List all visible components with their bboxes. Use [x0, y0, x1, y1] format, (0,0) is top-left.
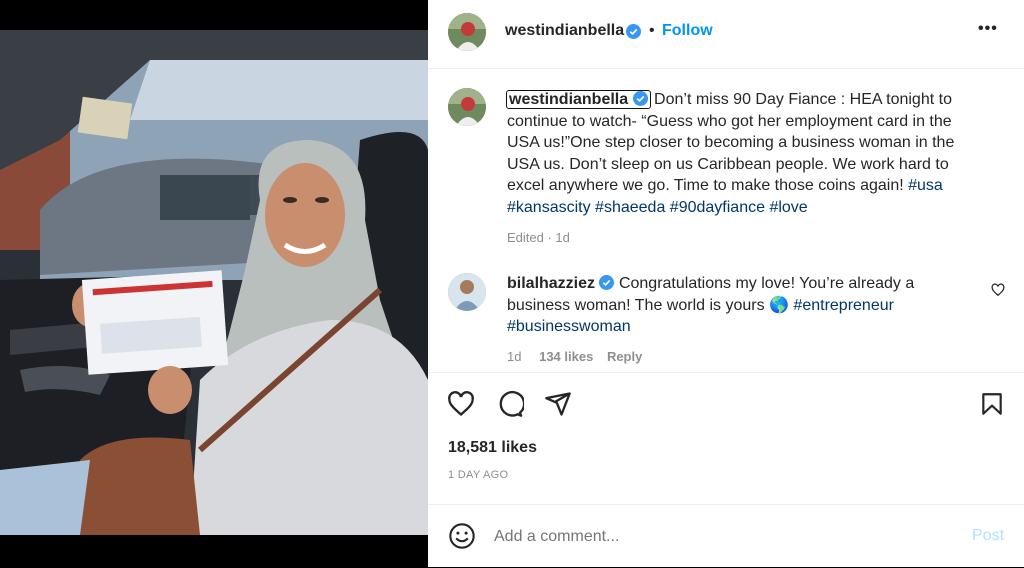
- comment-item: bilalhazziez Congratulations my love! Yo…: [507, 273, 947, 367]
- commenter-avatar[interactable]: [448, 273, 486, 311]
- post-comment-button[interactable]: Post: [972, 527, 1004, 545]
- caption-avatar[interactable]: [448, 88, 486, 126]
- heart-icon[interactable]: [447, 390, 475, 423]
- likes-count[interactable]: 18,581 likes: [448, 439, 537, 457]
- caption-username-highlight: westindianbella: [506, 90, 651, 109]
- post-actions: 18,581 likes 1 DAY AGO: [428, 372, 1024, 481]
- author-username[interactable]: westindianbella: [505, 22, 624, 40]
- caption-username[interactable]: westindianbella: [509, 91, 628, 108]
- commenter-username[interactable]: bilalhazziez: [507, 275, 595, 292]
- author-avatar[interactable]: [448, 13, 486, 51]
- caption-meta: Edited · 1d: [507, 230, 570, 245]
- post-header: westindianbella • Follow •••: [428, 0, 1024, 69]
- verified-badge-icon: [599, 275, 615, 290]
- post-date: 1 DAY AGO: [448, 469, 509, 481]
- hashtag-link[interactable]: #kansascity: [507, 199, 591, 216]
- follow-button[interactable]: Follow: [662, 22, 713, 40]
- comment-like-heart-icon[interactable]: [991, 283, 1005, 302]
- post-caption: westindianbella Don’t miss 90 Day Fiance…: [506, 89, 987, 249]
- verified-badge-icon: [626, 24, 641, 42]
- comment-meta: 1d 134 likes Reply: [507, 346, 947, 368]
- hashtag-link[interactable]: #90dayfiance: [670, 199, 765, 216]
- add-comment-bar: Post: [428, 504, 1024, 568]
- share-icon[interactable]: [544, 390, 572, 423]
- comment-time: 1d: [507, 348, 522, 364]
- globe-emoji: 🌎: [769, 296, 789, 314]
- post-details-panel: westindianbella • Follow ••• westindianb…: [428, 0, 1024, 567]
- hashtag-link[interactable]: #entrepreneur: [793, 297, 894, 314]
- car-selfie-photo: [0, 0, 428, 567]
- reply-button[interactable]: Reply: [607, 349, 642, 364]
- hashtag-link[interactable]: #businesswoman: [507, 318, 631, 335]
- emoji-icon[interactable]: [448, 522, 476, 555]
- separator-dot: •: [649, 22, 655, 39]
- avatar-image: [448, 273, 486, 311]
- hashtag-link[interactable]: #usa: [908, 177, 943, 194]
- avatar-image: [448, 13, 486, 51]
- more-options-icon[interactable]: •••: [978, 20, 998, 38]
- hashtag-link[interactable]: #love: [769, 199, 807, 216]
- add-comment-input[interactable]: [492, 523, 936, 551]
- instagram-post-window: westindianbella • Follow ••• westindianb…: [0, 0, 1024, 567]
- comment-likes[interactable]: 134 likes: [539, 349, 593, 364]
- comment-icon[interactable]: [496, 390, 526, 423]
- bookmark-icon[interactable]: [979, 390, 1005, 423]
- avatar-image: [448, 88, 486, 126]
- hashtag-link[interactable]: #shaeeda: [595, 199, 665, 216]
- post-photo[interactable]: [0, 0, 428, 567]
- verified-badge-icon: [632, 91, 648, 106]
